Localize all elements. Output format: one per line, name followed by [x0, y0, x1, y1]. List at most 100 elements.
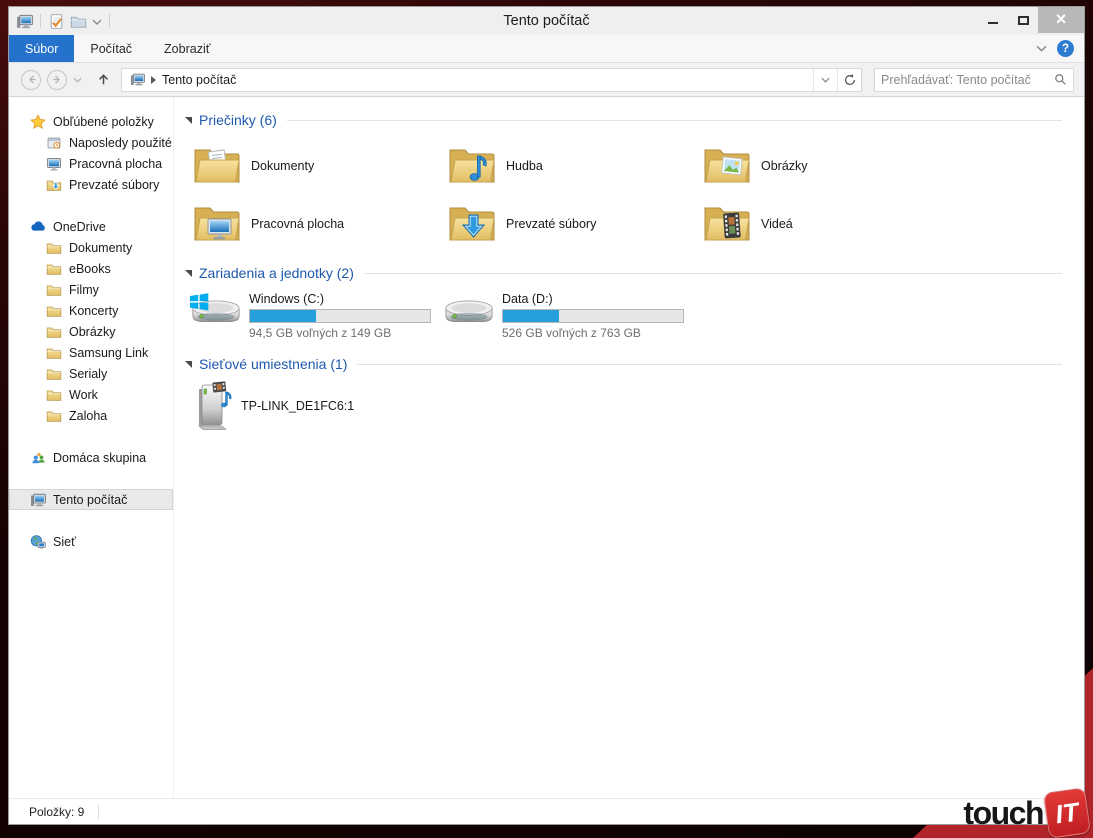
sidebar-item-serialy[interactable]: Serialy: [9, 363, 173, 384]
collapse-triangle-icon[interactable]: [185, 361, 192, 368]
toolbar-separator: [109, 14, 110, 28]
network-icon: [30, 534, 46, 550]
address-dropdown-button[interactable]: [813, 69, 837, 91]
media-device-icon: [193, 381, 233, 431]
documents-folder-icon: [193, 146, 241, 186]
up-button[interactable]: [96, 72, 111, 87]
search-icon[interactable]: [1054, 73, 1067, 86]
pictures-folder-icon: [703, 146, 751, 186]
sidebar-item-favorites[interactable]: Obľúbené položky: [9, 111, 173, 132]
sidebar-item-label: Tento počítač: [53, 493, 127, 507]
downloads-folder-icon: [448, 204, 496, 244]
back-button[interactable]: [21, 70, 41, 90]
close-icon: ×: [1056, 10, 1067, 28]
sidebar-item-label: Naposledy použité: [69, 136, 172, 150]
status-bar: Položky: 9: [9, 798, 1084, 824]
sidebar-item-label: Samsung Link: [69, 346, 148, 360]
tile-label: Hudba: [506, 159, 543, 173]
tile-label: Dokumenty: [251, 159, 314, 173]
sidebar-item-ebooks[interactable]: eBooks: [9, 258, 173, 279]
sidebar-item-network[interactable]: Sieť: [9, 531, 173, 552]
music-folder-icon: [448, 146, 496, 186]
folder-icon: [46, 261, 62, 277]
section-title[interactable]: Sieťové umiestnenia (1): [199, 356, 347, 372]
sidebar-item-dokumenty[interactable]: Dokumenty: [9, 237, 173, 258]
drive-usage-fill: [250, 310, 316, 322]
section-title[interactable]: Priečinky (6): [199, 112, 277, 128]
drive-free-space: 94,5 GB voľných z 149 GB: [249, 326, 431, 340]
sidebar-item-zaloha[interactable]: Zaloha: [9, 405, 173, 426]
maximize-button[interactable]: [1008, 7, 1038, 33]
sidebar-item-obrazky[interactable]: Obrázky: [9, 321, 173, 342]
new-folder-icon[interactable]: [70, 13, 87, 30]
address-bar[interactable]: Tento počítač: [121, 68, 862, 92]
sidebar-group-gap: [9, 426, 173, 447]
drive-tile-data-d[interactable]: Data (D:) 526 GB voľných z 763 GB: [442, 290, 687, 340]
sidebar-item-downloads[interactable]: Prevzaté súbory: [9, 174, 173, 195]
sidebar-item-label: Prevzaté súbory: [69, 178, 159, 192]
sidebar-item-label: OneDrive: [53, 220, 106, 234]
hard-drive-icon: [442, 290, 496, 330]
folder-icon: [46, 366, 62, 382]
sidebar-item-desktop[interactable]: Pracovná plocha: [9, 153, 173, 174]
sidebar-item-filmy[interactable]: Filmy: [9, 279, 173, 300]
folder-tile-pracovna-plocha[interactable]: Pracovná plocha: [193, 197, 441, 251]
ribbon-expand-chevron-icon[interactable]: [1036, 45, 1047, 52]
breadcrumb-arrow-icon[interactable]: [151, 76, 156, 84]
items-count: Položky: 9: [29, 805, 84, 819]
tab-computer[interactable]: Počítač: [74, 35, 148, 62]
folder-tile-dokumenty[interactable]: Dokumenty: [193, 139, 441, 193]
section-rule: [364, 273, 1062, 274]
tab-view[interactable]: Zobraziť: [148, 35, 226, 62]
section-header-drives: Zariadenia a jednotky (2): [185, 264, 1062, 282]
qat-customize-chevron-icon[interactable]: [92, 19, 102, 25]
search-input[interactable]: [875, 73, 1054, 87]
sidebar-item-label: Koncerty: [69, 304, 118, 318]
sidebar-item-this-pc[interactable]: Tento počítač: [9, 489, 173, 510]
sidebar-item-recent-places[interactable]: Naposledy použité: [9, 132, 173, 153]
drive-tile-windows-c[interactable]: Windows (C:) 94,5 GB voľných z 149 GB: [189, 290, 434, 340]
sidebar-group-gap: [9, 510, 173, 531]
sidebar-item-label: Filmy: [69, 283, 99, 297]
sidebar-item-work[interactable]: Work: [9, 384, 173, 405]
collapse-triangle-icon[interactable]: [185, 270, 192, 277]
sidebar-item-koncerty[interactable]: Koncerty: [9, 300, 173, 321]
section-title[interactable]: Zariadenia a jednotky (2): [199, 265, 354, 281]
breadcrumb-location[interactable]: Tento počítač: [162, 73, 236, 87]
help-icon[interactable]: ?: [1057, 40, 1074, 57]
drives-grid: Windows (C:) 94,5 GB voľných z 149 GB Da…: [189, 290, 1084, 340]
network-tile-tplink[interactable]: TP-LINK_DE1FC6:1: [193, 381, 1084, 431]
collapse-triangle-icon[interactable]: [185, 117, 192, 124]
recent-locations-chevron-icon[interactable]: [73, 77, 82, 83]
section-rule: [357, 364, 1062, 365]
computer-icon: [30, 492, 46, 508]
sidebar-group-gap: [9, 195, 173, 216]
tile-label: Videá: [761, 217, 793, 231]
tab-file[interactable]: Súbor: [9, 35, 74, 62]
computer-icon: [16, 13, 33, 30]
sidebar-item-samsung-link[interactable]: Samsung Link: [9, 342, 173, 363]
sidebar-item-label: Dokumenty: [69, 241, 132, 255]
recent-places-icon: [46, 135, 62, 151]
downloads-folder-icon: [46, 177, 62, 193]
folder-tile-hudba[interactable]: Hudba: [448, 139, 696, 193]
section-header-network-locations: Sieťové umiestnenia (1): [185, 355, 1062, 373]
folder-tile-videa[interactable]: Videá: [703, 197, 951, 251]
folder-tile-prevzate-subory[interactable]: Prevzaté súbory: [448, 197, 696, 251]
star-icon: [30, 114, 46, 130]
folder-icon: [46, 387, 62, 403]
minimize-button[interactable]: [978, 7, 1008, 33]
folder-tile-obrazky[interactable]: Obrázky: [703, 139, 951, 193]
breadcrumb[interactable]: Tento počítač: [122, 72, 813, 87]
refresh-button[interactable]: [837, 69, 861, 91]
videos-folder-icon: [703, 204, 751, 244]
forward-button[interactable]: [47, 70, 67, 90]
properties-icon[interactable]: [48, 13, 65, 30]
close-button[interactable]: ×: [1038, 7, 1084, 33]
watermark-badge-text: IT: [1053, 796, 1080, 830]
network-grid: TP-LINK_DE1FC6:1: [193, 381, 1084, 431]
sidebar-item-onedrive[interactable]: OneDrive: [9, 216, 173, 237]
sidebar-item-homegroup[interactable]: Domáca skupina: [9, 447, 173, 468]
chevron-down-icon: [821, 77, 830, 83]
toolbar-separator: [40, 14, 41, 28]
